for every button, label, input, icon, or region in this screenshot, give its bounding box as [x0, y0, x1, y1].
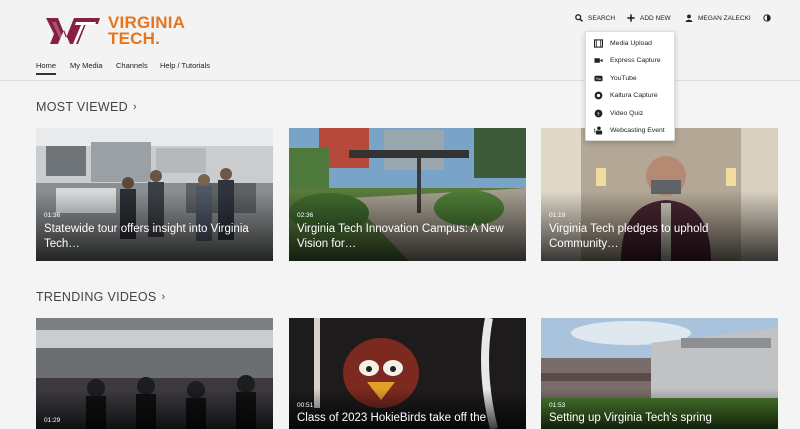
most-viewed-heading[interactable]: MOST VIEWED ›	[36, 100, 137, 114]
search-label: SEARCH	[588, 14, 616, 22]
svg-text:You: You	[596, 76, 602, 80]
video-duration: 01:53	[549, 402, 566, 409]
nav-my-media[interactable]: My Media	[70, 61, 103, 70]
menu-video-quiz[interactable]: ? Video Quiz	[594, 106, 643, 120]
top-toolbar: SEARCH ADD NEW MEGAN ZALECKI	[575, 14, 775, 26]
menu-kaltura-capture[interactable]: Kaltura Capture	[594, 89, 658, 103]
menu-label: Media Upload	[610, 39, 652, 47]
nav-channels[interactable]: Channels	[116, 61, 148, 70]
vt-mark-icon	[46, 18, 100, 44]
nav-home[interactable]: Home	[36, 61, 57, 75]
search-button[interactable]: SEARCH	[575, 14, 615, 22]
menu-label: Kaltura Capture	[610, 92, 658, 99]
youtube-icon: You	[594, 75, 603, 81]
video-title: Statewide tour offers insight into Virgi…	[44, 223, 249, 250]
plus-icon	[627, 14, 635, 22]
video-card-stadium-graduation[interactable]: 01:29	[36, 318, 273, 429]
section-title-text: TRENDING VIDEOS	[36, 290, 157, 304]
trending-videos-heading[interactable]: TRENDING VIDEOS ›	[36, 290, 165, 304]
video-duration: 00:51	[297, 402, 314, 409]
add-new-label: ADD NEW	[640, 14, 671, 22]
video-title: Setting up Virginia Tech's spring	[549, 412, 712, 424]
virginia-tech-logo[interactable]: VIRGINIA TECH.	[44, 12, 204, 52]
contrast-toggle[interactable]	[763, 14, 776, 22]
video-title: Virginia Tech pledges to uphold Communit…	[549, 223, 709, 250]
video-card-statewide-tour[interactable]: 01:36 Statewide tour offers insight into…	[36, 128, 273, 261]
add-new-dropdown: Media Upload Express Capture You YouTube…	[585, 31, 675, 141]
menu-express-capture[interactable]: Express Capture	[594, 54, 661, 68]
menu-label: Video Quiz	[610, 109, 644, 117]
menu-label: Webcasting Event	[610, 127, 665, 134]
video-camera-icon	[594, 58, 603, 63]
video-card-spring-setup[interactable]: 01:53 Setting up Virginia Tech's spring	[541, 318, 778, 429]
contrast-icon	[763, 14, 771, 22]
user-icon	[685, 14, 693, 22]
chevron-right-icon: ›	[161, 291, 166, 303]
site-header: VIRGINIA TECH. Home My Media Channels He…	[0, 0, 800, 81]
menu-media-upload[interactable]: Media Upload	[594, 36, 652, 50]
menu-youtube[interactable]: You YouTube	[594, 71, 637, 85]
video-duration: 01:36	[44, 212, 61, 219]
video-card-innovation-campus[interactable]: 02:36 Virginia Tech Innovation Campus: A…	[289, 128, 526, 261]
menu-label: YouTube	[610, 74, 637, 82]
video-title: Virginia Tech Innovation Campus: A New V…	[297, 223, 504, 250]
video-card-community-pledge[interactable]: 01:19 Virginia Tech pledges to uphold Co…	[541, 128, 778, 261]
menu-label: Express Capture	[610, 57, 661, 64]
record-icon	[594, 91, 603, 100]
film-icon	[594, 38, 603, 48]
video-card-hokiebirds[interactable]: 00:51 Class of 2023 HokieBirds take off …	[289, 318, 526, 429]
section-title-text: MOST VIEWED	[36, 100, 128, 114]
video-duration: 01:29	[44, 417, 61, 424]
video-duration: 01:19	[549, 212, 566, 219]
title-gradient	[36, 389, 273, 429]
brand-name-line2: TECH.	[108, 29, 160, 48]
quiz-icon: ?	[594, 109, 603, 117]
nav-help-tutorials[interactable]: Help / Tutorials	[160, 61, 210, 70]
menu-webcasting-event[interactable]: Webcasting Event	[594, 124, 665, 138]
brand-name: VIRGINIA TECH.	[108, 14, 185, 48]
svg-text:?: ?	[597, 111, 600, 116]
video-duration: 02:36	[297, 212, 314, 219]
user-menu-button[interactable]: MEGAN ZALECKI	[685, 14, 751, 22]
webcast-icon	[594, 126, 603, 135]
user-name: MEGAN ZALECKI	[698, 14, 751, 22]
chevron-right-icon: ›	[132, 101, 137, 113]
add-new-button[interactable]: ADD NEW	[627, 14, 671, 22]
video-title: Class of 2023 HokieBirds take off the	[297, 412, 487, 424]
search-icon	[575, 14, 583, 22]
